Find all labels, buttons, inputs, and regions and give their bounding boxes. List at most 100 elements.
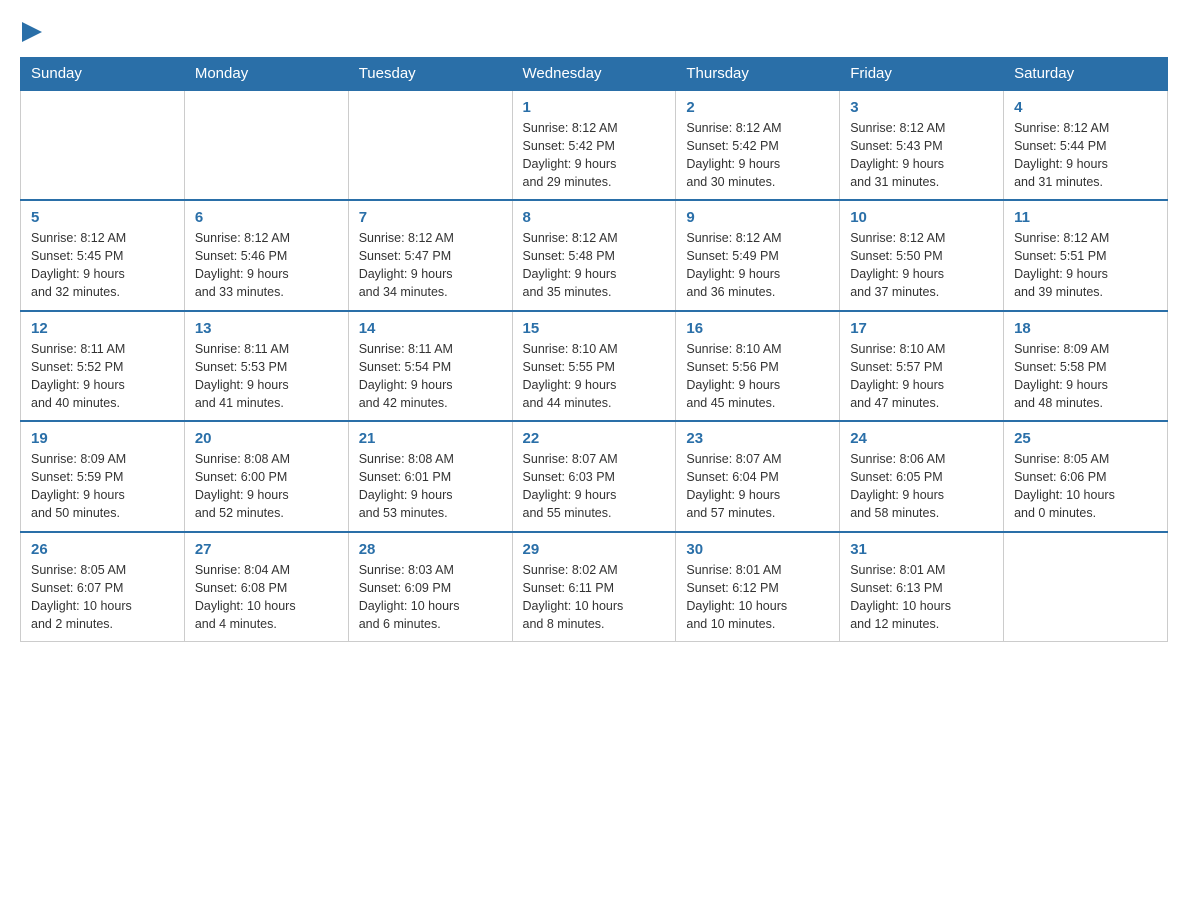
- calendar-cell: [348, 90, 512, 200]
- weekday-header-friday: Friday: [840, 57, 1004, 91]
- calendar-table: SundayMondayTuesdayWednesdayThursdayFrid…: [20, 57, 1168, 643]
- day-info: Sunrise: 8:12 AM Sunset: 5:47 PM Dayligh…: [359, 229, 502, 302]
- day-info: Sunrise: 8:12 AM Sunset: 5:50 PM Dayligh…: [850, 229, 993, 302]
- day-info: Sunrise: 8:08 AM Sunset: 6:00 PM Dayligh…: [195, 450, 338, 523]
- day-number: 11: [1014, 209, 1157, 226]
- calendar-cell: 13 Sunrise: 8:11 AM Sunset: 5:53 PM Dayli…: [184, 311, 348, 422]
- logo-arrow-icon: [22, 22, 42, 42]
- calendar-cell: 30 Sunrise: 8:01 AM Sunset: 6:12 PM Dayli…: [676, 532, 840, 642]
- day-number: 19: [31, 430, 174, 447]
- day-number: 14: [359, 320, 502, 337]
- calendar-cell: 21 Sunrise: 8:08 AM Sunset: 6:01 PM Dayli…: [348, 421, 512, 532]
- calendar-week-row: 12 Sunrise: 8:11 AM Sunset: 5:52 PM Dayli…: [21, 311, 1168, 422]
- calendar-cell: 14 Sunrise: 8:11 AM Sunset: 5:54 PM Dayli…: [348, 311, 512, 422]
- calendar-week-row: 26 Sunrise: 8:05 AM Sunset: 6:07 PM Dayli…: [21, 532, 1168, 642]
- day-number: 5: [31, 209, 174, 226]
- day-number: 2: [686, 99, 829, 116]
- day-number: 10: [850, 209, 993, 226]
- day-number: 1: [523, 99, 666, 116]
- day-info: Sunrise: 8:05 AM Sunset: 6:06 PM Dayligh…: [1014, 450, 1157, 523]
- day-info: Sunrise: 8:10 AM Sunset: 5:56 PM Dayligh…: [686, 340, 829, 413]
- calendar-cell: 22 Sunrise: 8:07 AM Sunset: 6:03 PM Dayli…: [512, 421, 676, 532]
- day-number: 22: [523, 430, 666, 447]
- day-number: 13: [195, 320, 338, 337]
- calendar-cell: 23 Sunrise: 8:07 AM Sunset: 6:04 PM Dayli…: [676, 421, 840, 532]
- day-number: 9: [686, 209, 829, 226]
- calendar-week-row: 5 Sunrise: 8:12 AM Sunset: 5:45 PM Daylig…: [21, 200, 1168, 311]
- calendar-cell: 16 Sunrise: 8:10 AM Sunset: 5:56 PM Dayli…: [676, 311, 840, 422]
- day-number: 26: [31, 541, 174, 558]
- calendar-cell: [21, 90, 185, 200]
- calendar-cell: 6 Sunrise: 8:12 AM Sunset: 5:46 PM Daylig…: [184, 200, 348, 311]
- weekday-header-tuesday: Tuesday: [348, 57, 512, 91]
- day-number: 24: [850, 430, 993, 447]
- weekday-header-sunday: Sunday: [21, 57, 185, 91]
- day-number: 12: [31, 320, 174, 337]
- day-info: Sunrise: 8:12 AM Sunset: 5:42 PM Dayligh…: [523, 119, 666, 192]
- day-number: 6: [195, 209, 338, 226]
- calendar-cell: 8 Sunrise: 8:12 AM Sunset: 5:48 PM Daylig…: [512, 200, 676, 311]
- day-info: Sunrise: 8:11 AM Sunset: 5:52 PM Dayligh…: [31, 340, 174, 413]
- day-number: 30: [686, 541, 829, 558]
- weekday-header-saturday: Saturday: [1004, 57, 1168, 91]
- day-number: 16: [686, 320, 829, 337]
- logo: [20, 20, 42, 47]
- day-info: Sunrise: 8:10 AM Sunset: 5:55 PM Dayligh…: [523, 340, 666, 413]
- day-info: Sunrise: 8:09 AM Sunset: 5:59 PM Dayligh…: [31, 450, 174, 523]
- weekday-header-wednesday: Wednesday: [512, 57, 676, 91]
- day-info: Sunrise: 8:12 AM Sunset: 5:42 PM Dayligh…: [686, 119, 829, 192]
- day-info: Sunrise: 8:06 AM Sunset: 6:05 PM Dayligh…: [850, 450, 993, 523]
- calendar-cell: 3 Sunrise: 8:12 AM Sunset: 5:43 PM Daylig…: [840, 90, 1004, 200]
- day-number: 21: [359, 430, 502, 447]
- day-info: Sunrise: 8:12 AM Sunset: 5:45 PM Dayligh…: [31, 229, 174, 302]
- day-info: Sunrise: 8:12 AM Sunset: 5:44 PM Dayligh…: [1014, 119, 1157, 192]
- day-info: Sunrise: 8:08 AM Sunset: 6:01 PM Dayligh…: [359, 450, 502, 523]
- calendar-cell: 19 Sunrise: 8:09 AM Sunset: 5:59 PM Dayli…: [21, 421, 185, 532]
- day-number: 18: [1014, 320, 1157, 337]
- day-info: Sunrise: 8:09 AM Sunset: 5:58 PM Dayligh…: [1014, 340, 1157, 413]
- day-number: 23: [686, 430, 829, 447]
- calendar-cell: 11 Sunrise: 8:12 AM Sunset: 5:51 PM Dayli…: [1004, 200, 1168, 311]
- day-number: 27: [195, 541, 338, 558]
- calendar-cell: 24 Sunrise: 8:06 AM Sunset: 6:05 PM Dayli…: [840, 421, 1004, 532]
- day-number: 20: [195, 430, 338, 447]
- day-number: 3: [850, 99, 993, 116]
- day-info: Sunrise: 8:11 AM Sunset: 5:54 PM Dayligh…: [359, 340, 502, 413]
- calendar-cell: 29Sunrise: 8:02 AM Sunset: 6:11 PM Dayli…: [512, 532, 676, 642]
- weekday-header-row: SundayMondayTuesdayWednesdayThursdayFrid…: [21, 57, 1168, 91]
- calendar-cell: 31 Sunrise: 8:01 AM Sunset: 6:13 PM Dayli…: [840, 532, 1004, 642]
- calendar-cell: 12 Sunrise: 8:11 AM Sunset: 5:52 PM Dayli…: [21, 311, 185, 422]
- day-info: Sunrise: 8:10 AM Sunset: 5:57 PM Dayligh…: [850, 340, 993, 413]
- day-number: 4: [1014, 99, 1157, 116]
- day-info: Sunrise: 8:03 AM Sunset: 6:09 PM Dayligh…: [359, 561, 502, 634]
- day-info: Sunrise: 8:05 AM Sunset: 6:07 PM Dayligh…: [31, 561, 174, 634]
- day-number: 8: [523, 209, 666, 226]
- day-info: Sunrise: 8:12 AM Sunset: 5:46 PM Dayligh…: [195, 229, 338, 302]
- calendar-cell: 2 Sunrise: 8:12 AM Sunset: 5:42 PM Daylig…: [676, 90, 840, 200]
- day-info: Sunrise: 8:07 AM Sunset: 6:04 PM Dayligh…: [686, 450, 829, 523]
- day-number: 25: [1014, 430, 1157, 447]
- day-info: Sunrise: 8:12 AM Sunset: 5:51 PM Dayligh…: [1014, 229, 1157, 302]
- calendar-week-row: 19 Sunrise: 8:09 AM Sunset: 5:59 PM Dayli…: [21, 421, 1168, 532]
- calendar-cell: 5 Sunrise: 8:12 AM Sunset: 5:45 PM Daylig…: [21, 200, 185, 311]
- day-info: Sunrise: 8:12 AM Sunset: 5:43 PM Dayligh…: [850, 119, 993, 192]
- calendar-cell: 20 Sunrise: 8:08 AM Sunset: 6:00 PM Dayli…: [184, 421, 348, 532]
- weekday-header-monday: Monday: [184, 57, 348, 91]
- day-number: 7: [359, 209, 502, 226]
- calendar-cell: 10 Sunrise: 8:12 AM Sunset: 5:50 PM Dayli…: [840, 200, 1004, 311]
- calendar-cell: 15Sunrise: 8:10 AM Sunset: 5:55 PM Dayli…: [512, 311, 676, 422]
- calendar-cell: 17Sunrise: 8:10 AM Sunset: 5:57 PM Dayli…: [840, 311, 1004, 422]
- calendar-cell: [184, 90, 348, 200]
- calendar-cell: 25 Sunrise: 8:05 AM Sunset: 6:06 PM Dayli…: [1004, 421, 1168, 532]
- calendar-cell: 26 Sunrise: 8:05 AM Sunset: 6:07 PM Dayli…: [21, 532, 185, 642]
- day-info: Sunrise: 8:01 AM Sunset: 6:12 PM Dayligh…: [686, 561, 829, 634]
- calendar-week-row: 1 Sunrise: 8:12 AM Sunset: 5:42 PM Daylig…: [21, 90, 1168, 200]
- day-info: Sunrise: 8:12 AM Sunset: 5:49 PM Dayligh…: [686, 229, 829, 302]
- day-info: Sunrise: 8:01 AM Sunset: 6:13 PM Dayligh…: [850, 561, 993, 634]
- day-info: Sunrise: 8:07 AM Sunset: 6:03 PM Dayligh…: [523, 450, 666, 523]
- calendar-cell: 4 Sunrise: 8:12 AM Sunset: 5:44 PM Daylig…: [1004, 90, 1168, 200]
- page-header: [20, 20, 1168, 47]
- day-number: 31: [850, 541, 993, 558]
- day-info: Sunrise: 8:12 AM Sunset: 5:48 PM Dayligh…: [523, 229, 666, 302]
- day-info: Sunrise: 8:11 AM Sunset: 5:53 PM Dayligh…: [195, 340, 338, 413]
